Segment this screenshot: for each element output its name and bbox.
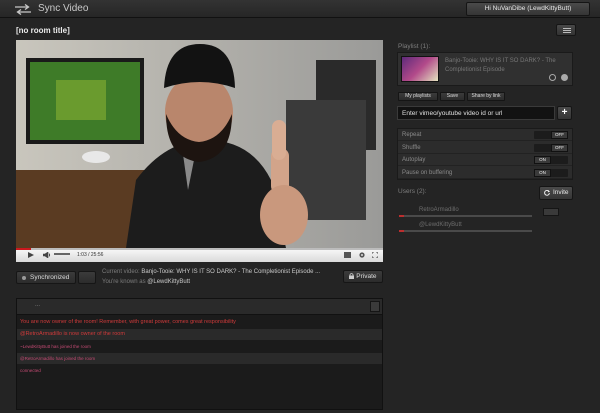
option-row: Autoplay ON (398, 154, 572, 166)
chat-message: @RetroArmadillo has joined the room (17, 353, 382, 364)
lock-icon (349, 273, 355, 279)
option-label: Pause on buffering (402, 169, 453, 176)
option-label: Repeat (402, 132, 422, 138)
option-toggle[interactable]: ON (534, 168, 568, 177)
top-bar: Sync Video Hi NuVanDibe (LewdKittyButt) (0, 0, 600, 18)
video-player[interactable]: 1:03 / 25:56 (16, 40, 383, 262)
save-playlist-button[interactable]: Save (440, 92, 465, 101)
user-progress-fill (399, 230, 405, 232)
chat-message: @RetroArmadillo is now owner of the room (17, 329, 382, 340)
chat-tab[interactable]: ... (35, 302, 40, 308)
video-frame (16, 40, 383, 248)
playlist-label: Playlist (1): (398, 43, 431, 50)
playlist-thumbnail (401, 56, 439, 82)
current-video-title: Banjo-Tooie: WHY IS IT SO DARK? - The Co… (141, 269, 321, 275)
users-label: Users (2): (398, 188, 427, 195)
user-progress-fill (399, 215, 405, 217)
add-video-button[interactable]: + (557, 106, 572, 120)
settings-gear-icon[interactable] (359, 252, 365, 258)
option-toggle[interactable]: OFF (534, 131, 568, 139)
chat-message: You are now owner of the room! Remember,… (20, 319, 236, 325)
option-row: Repeat OFF (398, 129, 572, 141)
known-as-prefix: You're known as (102, 279, 146, 285)
known-as-name[interactable]: @LewdKittyButt (147, 279, 190, 285)
captions-icon[interactable] (344, 252, 351, 258)
toggle-state: ON (534, 156, 551, 164)
sync-arrows-icon (15, 4, 31, 15)
playback-options: Repeat OFF Shuffle OFF Autoplay ON Pause on bu… (397, 128, 573, 180)
app-title: Sync Video (38, 3, 89, 14)
video-control-bar: 1:03 / 25:56 (16, 248, 383, 262)
chat-message: ~LewdKittyButt has joined the room (20, 344, 91, 349)
video-time: 1:03 / 25:56 (77, 252, 104, 258)
user-progress-bar (399, 230, 532, 232)
toggle-state: OFF (551, 131, 568, 139)
private-button[interactable]: Private (343, 270, 383, 283)
user-row[interactable]: RetroArmadillo (399, 207, 534, 221)
room-title[interactable]: [no room title] (16, 26, 70, 35)
option-label: Autoplay (402, 157, 426, 163)
synchronized-button[interactable]: Synchronized (16, 271, 76, 284)
known-as-info: You're known as @LewdKittyButt (102, 279, 190, 285)
toggle-state: OFF (551, 143, 568, 152)
my-playlists-button[interactable]: My playlists (398, 92, 438, 101)
playlist-info-icon[interactable] (549, 74, 556, 81)
volume-slider[interactable] (54, 253, 70, 255)
user-progress-bar (399, 215, 532, 217)
synchronized-label: Synchronized (30, 274, 70, 281)
option-row: Pause on buffering ON (398, 167, 572, 179)
invite-button[interactable]: Invite (539, 186, 573, 200)
option-toggle[interactable]: ON (534, 156, 568, 164)
sync-status-dot (22, 276, 26, 280)
invite-label: Invite (553, 189, 569, 196)
chat-scroll-button[interactable] (370, 301, 380, 312)
chat-message: connected (20, 368, 41, 373)
playlist-item[interactable]: Banjo-Tooie: WHY IS IT SO DARK? - The Co… (397, 52, 573, 86)
video-url-input[interactable] (397, 106, 555, 120)
chat-panel: ... You are now owner of the room! Remem… (16, 298, 383, 410)
option-toggle[interactable]: OFF (534, 143, 568, 152)
playlist-remove-icon[interactable] (561, 74, 568, 81)
video-progress-fill (16, 248, 31, 250)
room-menu-button[interactable] (556, 24, 576, 36)
toggle-state: ON (534, 168, 551, 177)
play-icon[interactable] (28, 252, 34, 258)
user-greeting-button[interactable]: Hi NuVanDibe (LewdKittyButt) (466, 2, 590, 16)
fullscreen-icon[interactable] (372, 252, 378, 258)
user-name: RetroArmadillo (419, 207, 459, 213)
private-label: Private (356, 273, 377, 280)
volume-icon[interactable] (43, 252, 51, 258)
chat-tab-bar: ... (17, 299, 382, 315)
playlist-item-title: Banjo-Tooie: WHY IS IT SO DARK? - The Co… (445, 58, 556, 73)
user-name: @LewdKittyButt (419, 222, 462, 228)
current-video-prefix: Current video: (102, 269, 140, 275)
refresh-icon (544, 190, 550, 196)
option-row: Shuffle OFF (398, 142, 572, 154)
user-action-button[interactable] (543, 208, 559, 216)
share-link-button[interactable]: Share by link (467, 92, 505, 101)
video-progress-bar[interactable] (16, 248, 383, 250)
user-row[interactable]: @LewdKittyButt (399, 222, 534, 236)
option-label: Shuffle (402, 144, 421, 151)
sync-options-button[interactable] (78, 271, 96, 284)
current-video-info: Current video: Banjo-Tooie: WHY IS IT SO… (102, 269, 320, 275)
